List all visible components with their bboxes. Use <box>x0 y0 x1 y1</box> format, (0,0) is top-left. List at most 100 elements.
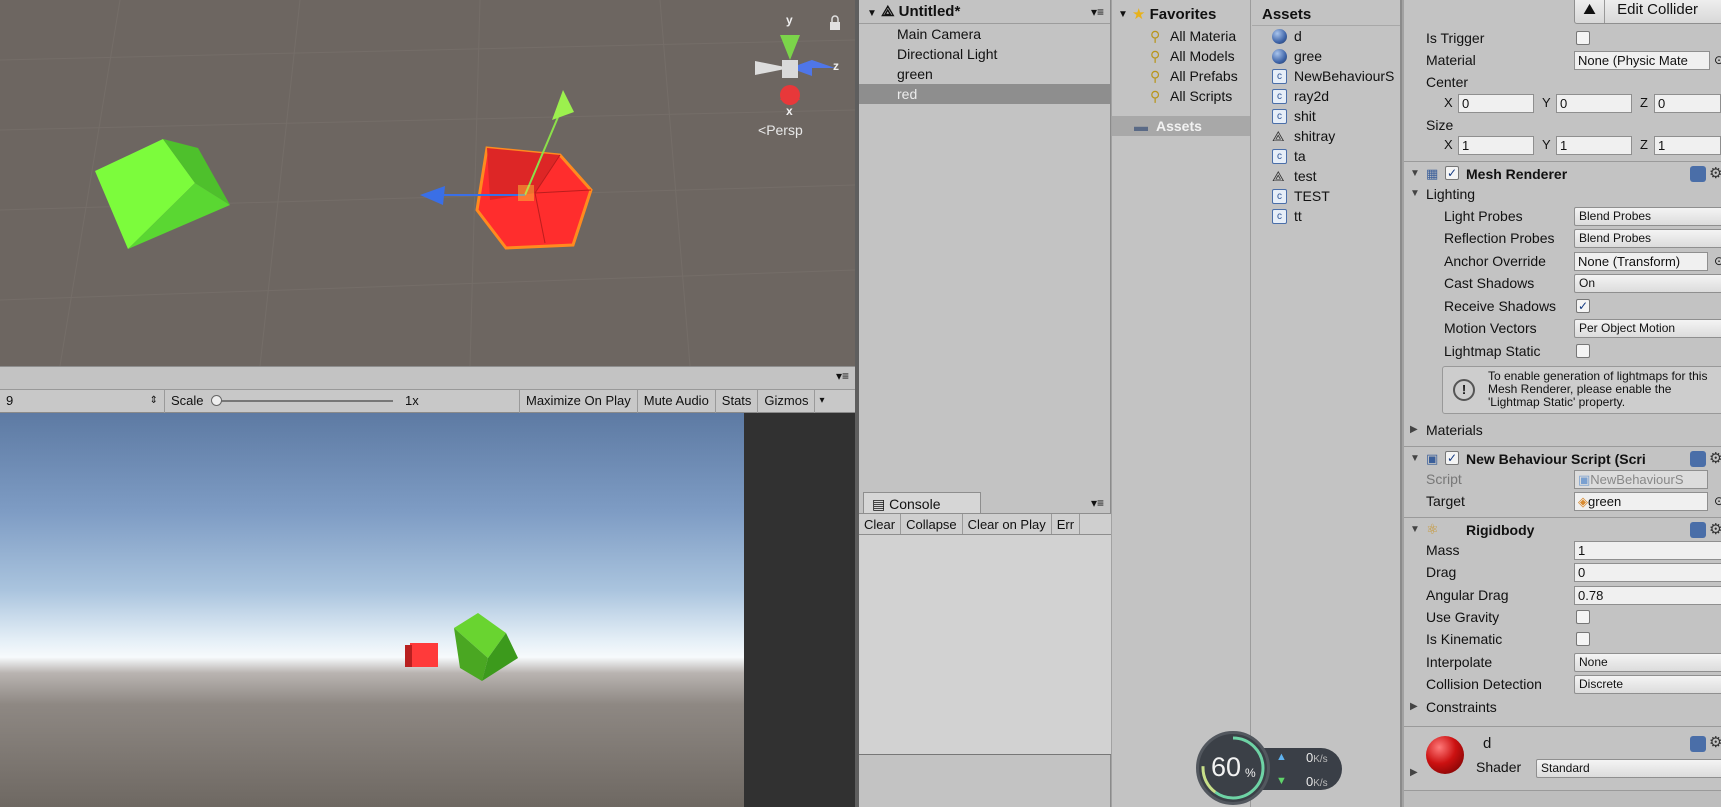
collision-detection-dropdown[interactable]: Discrete <box>1574 675 1721 694</box>
console-error-pause-button[interactable]: Err <box>1052 514 1081 534</box>
asset-item[interactable]: gree <box>1252 46 1400 66</box>
favorite-all-prefabs[interactable]: ⚲ All Prefabs <box>1112 66 1250 86</box>
help-book-icon[interactable] <box>1690 736 1706 752</box>
receive-shadows-checkbox[interactable]: ✓ <box>1576 299 1590 313</box>
scene-view[interactable]: y z x <Persp <box>0 0 855 366</box>
size-z-field[interactable]: 1 <box>1654 136 1721 155</box>
is-trigger-checkbox[interactable] <box>1576 31 1590 45</box>
size-x-field[interactable]: 1 <box>1458 136 1534 155</box>
gizmos-dropdown-icon[interactable]: ▾ <box>814 389 828 413</box>
shader-dropdown[interactable]: Standard <box>1536 759 1721 778</box>
lightmap-static-checkbox[interactable] <box>1576 344 1590 358</box>
asset-item[interactable]: d <box>1252 26 1400 46</box>
scene-root[interactable]: ▼ ⟁ Untitled* ▾≡ <box>859 0 1110 24</box>
orientation-gizmo[interactable] <box>755 35 835 105</box>
use-gravity-checkbox[interactable] <box>1576 610 1590 624</box>
mesh-renderer-header[interactable]: ▼ ▦ ✓ Mesh Renderer ⚙ <box>1404 161 1721 185</box>
lightmap-info-text: To enable generation of lightmaps for th… <box>1488 369 1708 409</box>
maximize-on-play-button[interactable]: Maximize On Play <box>519 389 637 413</box>
console-collapse-button[interactable]: Collapse <box>901 514 963 534</box>
reflection-probes-dropdown[interactable]: Blend Probes <box>1574 229 1721 248</box>
center-x-field[interactable]: 0 <box>1458 94 1534 113</box>
asset-item[interactable]: c ray2d <box>1252 86 1400 106</box>
scene-canvas[interactable] <box>0 0 855 366</box>
object-picker-icon[interactable]: ⊙ <box>1714 49 1721 71</box>
asset-item[interactable]: c TEST <box>1252 186 1400 206</box>
expand-triangle-icon[interactable]: ▶ <box>1410 696 1418 718</box>
hierarchy-item-red[interactable]: red <box>859 84 1110 104</box>
console-clear-on-play-button[interactable]: Clear on Play <box>963 514 1052 534</box>
favorites-header[interactable]: ▼ ★ Favorites <box>1112 4 1250 26</box>
asset-item[interactable]: ⟁ test <box>1252 166 1400 186</box>
search-icon: ⚲ <box>1150 68 1161 84</box>
help-book-icon[interactable] <box>1690 166 1706 182</box>
expand-triangle-icon[interactable]: ▼ <box>1118 4 1128 26</box>
scale-label: Scale <box>171 393 204 408</box>
console-log-area[interactable] <box>859 535 1111 755</box>
console-tab[interactable]: ▤ Console <box>863 492 981 514</box>
center-z-field[interactable]: 0 <box>1654 94 1721 113</box>
mute-audio-button[interactable]: Mute Audio <box>636 389 715 413</box>
persp-toggle[interactable]: <Persp <box>758 122 803 138</box>
help-book-icon[interactable] <box>1690 522 1706 538</box>
asset-item[interactable]: c shit <box>1252 106 1400 126</box>
edit-collider-button[interactable]: ⛰ Edit Collider <box>1574 0 1721 24</box>
hierarchy-item-main-camera[interactable]: Main Camera <box>859 24 1110 44</box>
green-cube[interactable] <box>95 139 230 249</box>
gear-icon[interactable]: ⚙ <box>1709 733 1721 751</box>
asset-item[interactable]: ⟁ shitray <box>1252 126 1400 146</box>
asset-item[interactable]: c tt <box>1252 206 1400 226</box>
behaviour-enabled-checkbox[interactable]: ✓ <box>1445 451 1459 465</box>
scale-control[interactable]: Scale 1x <box>164 389 519 413</box>
expand-triangle-icon[interactable]: ▶ <box>1410 419 1418 441</box>
center-y-field[interactable]: 0 <box>1556 94 1632 113</box>
mass-field[interactable]: 1 <box>1574 541 1721 560</box>
scale-slider-track[interactable] <box>213 400 393 402</box>
materials-foldout[interactable]: ▶ Materials <box>1404 419 1721 441</box>
gizmos-button[interactable]: Gizmos <box>757 389 814 413</box>
target-field[interactable]: ◈green <box>1574 492 1708 511</box>
light-probes-dropdown[interactable]: Blend Probes <box>1574 207 1721 226</box>
mesh-renderer-enabled-checkbox[interactable]: ✓ <box>1445 166 1459 180</box>
hierarchy-menu-icon[interactable]: ▾≡ <box>1091 0 1104 24</box>
scale-slider-thumb[interactable] <box>211 395 222 406</box>
axis-z-label: z <box>833 59 839 73</box>
hierarchy-item-green[interactable]: green <box>859 64 1110 84</box>
display-dropdown[interactable]: 9 ⇕ <box>0 389 164 413</box>
size-label-row: Size <box>1426 117 1454 133</box>
favorite-all-models[interactable]: ⚲ All Models <box>1112 46 1250 66</box>
favorite-all-scripts[interactable]: ⚲ All Scripts <box>1112 86 1250 106</box>
asset-item[interactable]: c ta <box>1252 146 1400 166</box>
panel-menu-icon[interactable]: ▾≡ <box>836 369 849 383</box>
collapse-triangle-icon[interactable]: ▼ <box>1410 183 1420 205</box>
angular-drag-field[interactable]: 0.78 <box>1574 586 1721 605</box>
asset-item[interactable]: c NewBehaviourS <box>1252 66 1400 86</box>
favorite-all-materials[interactable]: ⚲ All Materia <box>1112 26 1250 46</box>
hierarchy-item-directional-light[interactable]: Directional Light <box>859 44 1110 64</box>
expand-triangle-icon[interactable]: ▶ <box>1410 767 1418 778</box>
lock-icon[interactable] <box>830 15 840 30</box>
anchor-override-field[interactable]: None (Transform) <box>1574 252 1708 271</box>
asset-name: shit <box>1294 108 1316 124</box>
size-y-field[interactable]: 1 <box>1556 136 1632 155</box>
assets-folder-item[interactable]: ▬ Assets <box>1112 116 1250 136</box>
constraints-foldout[interactable]: ▶ Constraints <box>1404 696 1721 718</box>
lighting-foldout[interactable]: ▼ Lighting <box>1404 183 1721 205</box>
behaviour-script-header[interactable]: ▼ ▣ ✓ New Behaviour Script (Scri ⚙ <box>1404 446 1721 470</box>
is-kinematic-checkbox[interactable] <box>1576 632 1590 646</box>
interpolate-dropdown[interactable]: None <box>1574 653 1721 672</box>
drag-field[interactable]: 0 <box>1574 563 1721 582</box>
stats-button[interactable]: Stats <box>714 389 758 413</box>
object-picker-icon[interactable]: ⊙ <box>1714 250 1721 272</box>
rigidbody-header[interactable]: ▼ ⚛ Rigidbody ⚙ <box>1404 517 1721 541</box>
expand-triangle-icon[interactable]: ▼ <box>867 8 877 19</box>
object-picker-icon[interactable]: ⊙ <box>1714 490 1721 512</box>
console-clear-button[interactable]: Clear <box>859 514 902 534</box>
help-book-icon[interactable] <box>1690 451 1706 467</box>
cast-shadows-dropdown[interactable]: On <box>1574 274 1721 293</box>
material-field[interactable]: None (Physic Mate <box>1574 51 1710 70</box>
motion-vectors-dropdown[interactable]: Per Object Motion <box>1574 319 1721 338</box>
console-menu-icon[interactable]: ▾≡ <box>1091 496 1104 510</box>
network-monitor-widget[interactable]: 60 % ▲ 0K/s ▼ 0K/s <box>1196 731 1346 805</box>
game-view[interactable] <box>0 413 744 807</box>
